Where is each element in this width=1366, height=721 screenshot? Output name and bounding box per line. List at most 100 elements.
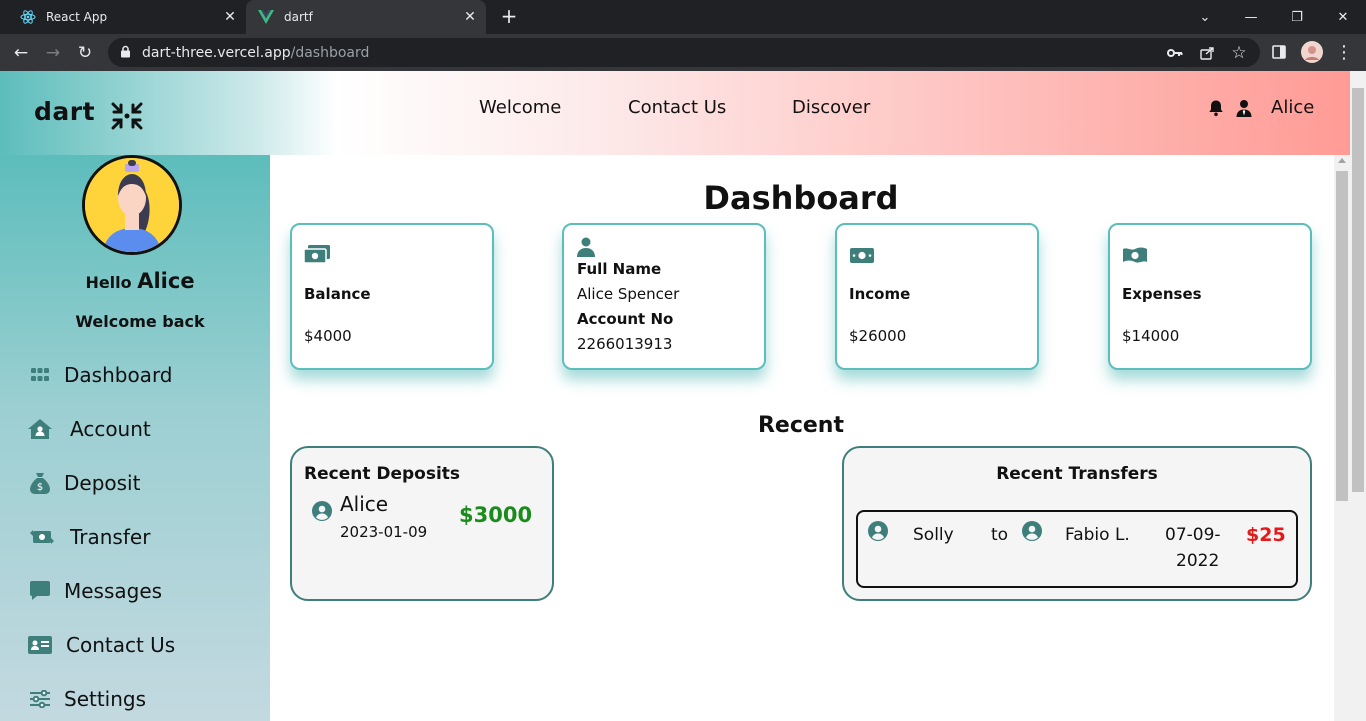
minimize-button[interactable]: — [1228,0,1274,34]
sidebar-item-contact-us[interactable]: Contact Us [28,630,175,660]
logo-text[interactable]: dart [34,97,95,126]
nav-welcome[interactable]: Welcome [479,97,561,118]
nav-contact-us[interactable]: Contact Us [628,97,726,118]
close-tab-icon[interactable]: ✕ [460,9,480,25]
sidebar-item-label: Settings [64,687,147,711]
transfer-row[interactable]: Solly to Fabio L. 07-09- 2022 $25 [856,510,1298,588]
money-bill-icon [304,245,330,264]
transfer-from: Solly [913,525,954,545]
react-icon [20,9,36,25]
grid-icon [28,363,52,387]
deposit-user-name: Alice [340,492,389,516]
header-username[interactable]: Alice [1271,97,1314,118]
forward-button[interactable]: → [40,40,66,66]
card-label: Income [849,285,911,303]
sidebar-item-label: Dashboard [64,363,173,387]
tab-title: React App [46,10,108,24]
expenses-card: Expenses $14000 [1108,223,1312,370]
reload-button[interactable]: ↻ [72,40,98,66]
page-title: Dashboard [703,179,899,217]
card-value: $14000 [1122,327,1180,345]
account-no-label: Account No [577,310,674,328]
sidebar-item-label: Transfer [70,525,151,549]
tab-search-icon[interactable]: ⌄ [1182,0,1228,34]
lock-icon [120,43,132,62]
money-transfer-icon [28,525,56,549]
user-circle-icon [868,521,888,541]
income-card: Income $26000 [835,223,1039,370]
transfer-amount: $25 [1246,524,1286,546]
full-name-value: Alice Spencer [577,285,680,303]
money-bill-wave-icon [1123,247,1147,263]
full-name-label: Full Name [577,260,662,278]
money-bag-icon: $ [28,471,52,495]
balance-card: Balance $4000 [290,223,494,370]
card-value: $26000 [849,327,907,345]
hello-prefix: Hello [85,273,132,292]
new-tab-button[interactable]: + [498,5,520,27]
sidebar: Hello Alice Welcome back Dashboard Accou… [0,155,270,721]
deposit-date: 2023-01-09 [340,523,428,541]
sidebar-item-deposit[interactable]: $ Deposit [28,468,140,498]
hello-greeting: Hello Alice [0,269,280,293]
profile-avatar-icon[interactable] [1300,40,1324,64]
hello-username: Alice [137,269,195,293]
user-icon [577,237,595,257]
account-no-value: 2266013913 [577,335,673,353]
bookmark-star-icon[interactable]: ☆ [1228,38,1250,67]
house-user-icon [28,417,52,441]
key-icon[interactable] [1164,38,1186,67]
side-panel-icon[interactable] [1267,40,1291,64]
browser-toolbar: ← → ↻ dart-three.vercel.app/dashboard ☆ … [0,34,1366,71]
browser-tab-react-app[interactable]: React App ✕ [8,0,246,34]
sidebar-item-label: Messages [64,579,163,603]
sidebar-item-account[interactable]: Account [28,414,151,444]
url-path: /dashboard [290,44,370,61]
svg-text:$: $ [37,482,43,493]
close-window-button[interactable]: ✕ [1320,0,1366,34]
browser-tab-bar: React App ✕ dartf ✕ + ⌄ — ❐ ✕ [0,0,1366,34]
page-scrollbar-thumb[interactable] [1352,88,1364,492]
address-bar[interactable]: dart-three.vercel.app/dashboard ☆ [108,38,1260,67]
share-icon[interactable] [1196,38,1218,67]
deposit-amount: $3000 [459,503,533,527]
sidebar-item-settings[interactable]: Settings [28,684,146,714]
profile-card: Full Name Alice Spencer Account No 22660… [562,223,766,370]
user-circle-icon [1022,521,1042,541]
nav-discover[interactable]: Discover [792,97,870,118]
restore-button[interactable]: ❐ [1274,0,1320,34]
inner-scrollbar[interactable] [1334,155,1350,721]
sidebar-item-label: Contact Us [66,633,176,657]
scroll-up-arrow[interactable] [1338,158,1346,163]
recent-deposits-title: Recent Deposits [304,464,461,484]
inner-scrollbar-thumb[interactable] [1336,171,1348,501]
user-circle-icon [312,501,332,521]
sidebar-item-messages[interactable]: Messages [28,576,162,606]
tab-title: dartf [284,10,313,24]
transfer-date-part1: 07-09- [1165,525,1221,545]
transfer-date-part2: 2022 [1176,551,1220,571]
sidebar-item-label: Account [70,417,151,441]
welcome-back-text: Welcome back [75,312,205,331]
compress-arrows-icon [111,102,143,130]
transfer-to-word: to [991,525,1009,545]
recent-transfers-box: Recent Transfers Solly to Fabio L. 07-09… [842,446,1312,601]
message-icon [28,579,52,603]
vue-icon [258,9,274,25]
user-tie-icon[interactable] [1235,99,1253,117]
page-scrollbar[interactable] [1350,71,1366,721]
recent-transfers-title: Recent Transfers [996,464,1158,484]
card-label: Balance [304,285,371,303]
avatar [82,155,182,255]
close-tab-icon[interactable]: ✕ [220,9,240,25]
sidebar-item-transfer[interactable]: Transfer [28,522,150,552]
bell-icon[interactable] [1207,99,1225,117]
browser-tab-dartf[interactable]: dartf ✕ [246,0,486,34]
url-host: dart-three.vercel.app [142,44,291,61]
sidebar-item-dashboard[interactable]: Dashboard [28,360,173,390]
chrome-menu-icon[interactable]: ⋮ [1332,40,1356,64]
top-header: dart Welcome Contact Us Discover Alice [0,71,1350,155]
back-button[interactable]: ← [8,40,34,66]
main-content: Dashboard Balance $4000 Full Name Alice … [270,155,1334,721]
recent-deposits-box: Recent Deposits Alice 2023-01-09 $3000 [290,446,554,601]
